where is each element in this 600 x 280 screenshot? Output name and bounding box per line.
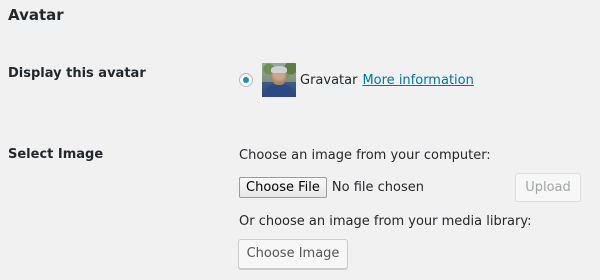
avatar-shirt [266, 84, 292, 97]
file-status-text: No file chosen [331, 179, 424, 195]
upload-button[interactable]: Upload [515, 173, 581, 202]
media-library-prompt: Or choose an image from your media libra… [239, 214, 532, 229]
gravatar-option[interactable]: Gravatar More information [239, 63, 474, 97]
section-title: Avatar [8, 6, 64, 24]
gravatar-option-label: Gravatar [300, 72, 358, 88]
file-input[interactable]: Choose File No file chosen [239, 176, 424, 198]
avatar-hair [271, 66, 287, 73]
computer-upload-prompt: Choose an image from your computer: [239, 148, 491, 163]
avatar-image [262, 63, 296, 97]
select-image-label: Select Image [8, 147, 104, 162]
choose-file-button[interactable]: Choose File [239, 176, 327, 198]
gravatar-radio[interactable] [239, 73, 253, 87]
display-avatar-label: Display this avatar [8, 66, 146, 81]
more-information-link[interactable]: More information [362, 73, 473, 88]
choose-image-button[interactable]: Choose Image [238, 239, 348, 269]
